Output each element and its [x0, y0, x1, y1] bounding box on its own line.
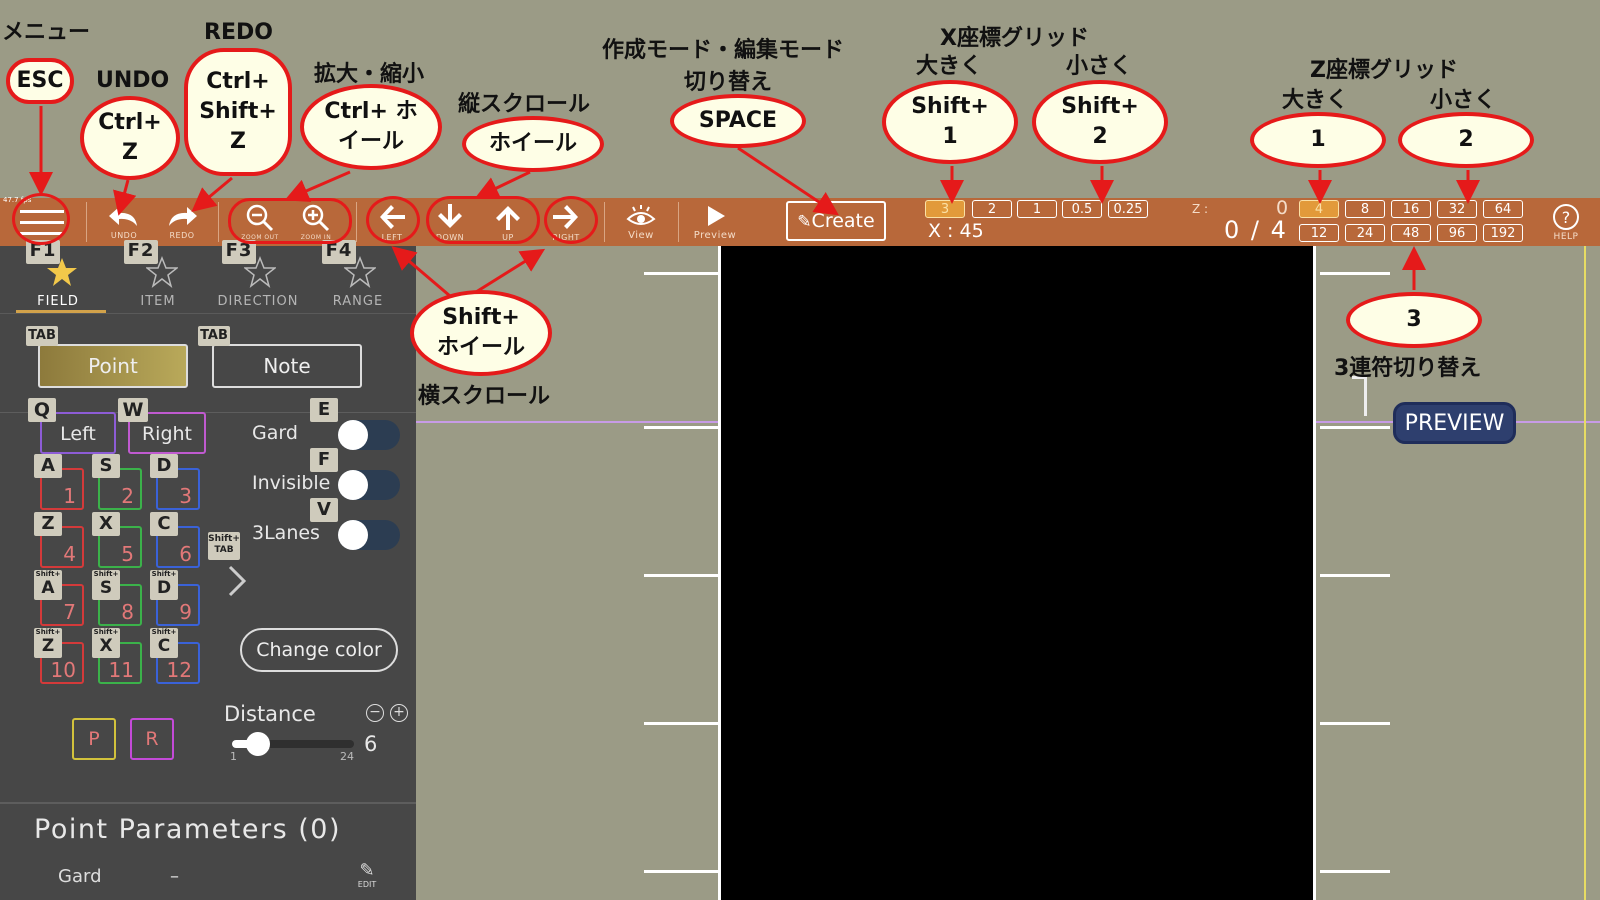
annotation-arrows: [29, 106, 1480, 298]
arrow-space: [737, 146, 839, 216]
arrow-undo: [113, 179, 137, 216]
arrow-zoom: [284, 170, 351, 202]
arrow-vscroll: [474, 170, 531, 200]
arrow-hscroll-right: [475, 248, 546, 294]
arrow-redo: [191, 176, 233, 212]
arrow-hscroll-left: [391, 246, 451, 298]
